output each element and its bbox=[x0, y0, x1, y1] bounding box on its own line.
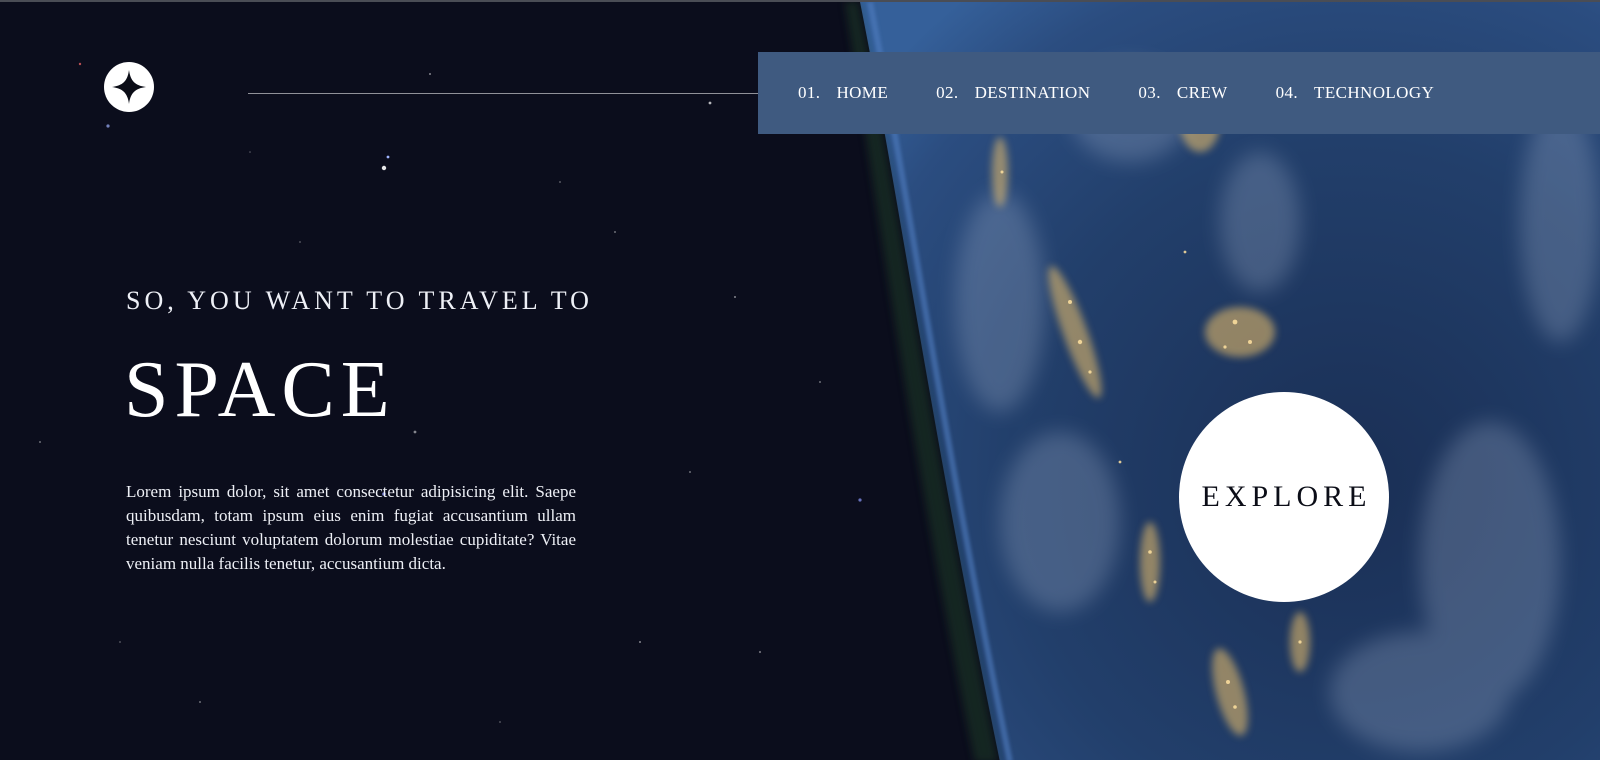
nav-item-number: 02. bbox=[936, 83, 959, 102]
explore-button[interactable]: EXPLORE bbox=[1179, 392, 1389, 602]
nav-item-technology[interactable]: 04. TECHNOLOGY bbox=[1276, 83, 1435, 103]
nav-item-label: CREW bbox=[1176, 83, 1228, 102]
four-point-star-icon[interactable] bbox=[104, 62, 154, 112]
nav-item-home[interactable]: 01. HOME bbox=[798, 83, 888, 103]
nav-divider-line bbox=[248, 93, 780, 94]
nav-item-number: 01. bbox=[798, 83, 821, 102]
nav-item-destination[interactable]: 02. DESTINATION bbox=[936, 83, 1090, 103]
explore-button-label: EXPLORE bbox=[1201, 480, 1372, 513]
nav-item-number: 04. bbox=[1275, 83, 1299, 102]
nav-item-label: DESTINATION bbox=[974, 83, 1091, 102]
nav-item-label: TECHNOLOGY bbox=[1314, 83, 1435, 102]
hero-description: Lorem ipsum dolor, sit amet consectetur … bbox=[126, 482, 576, 573]
nav-item-number: 03. bbox=[1138, 83, 1161, 102]
hero-title: SPACE bbox=[124, 346, 396, 434]
landing-page: 01. HOME 02. DESTINATION 03. CREW 04. TE… bbox=[0, 0, 1600, 760]
main-navigation: 01. HOME 02. DESTINATION 03. CREW 04. TE… bbox=[758, 52, 1600, 134]
nav-item-crew[interactable]: 03. CREW bbox=[1138, 83, 1227, 103]
nav-item-label: HOME bbox=[836, 83, 889, 102]
hero-subtitle: SO, YOU WANT TO TRAVEL TO bbox=[126, 286, 593, 315]
